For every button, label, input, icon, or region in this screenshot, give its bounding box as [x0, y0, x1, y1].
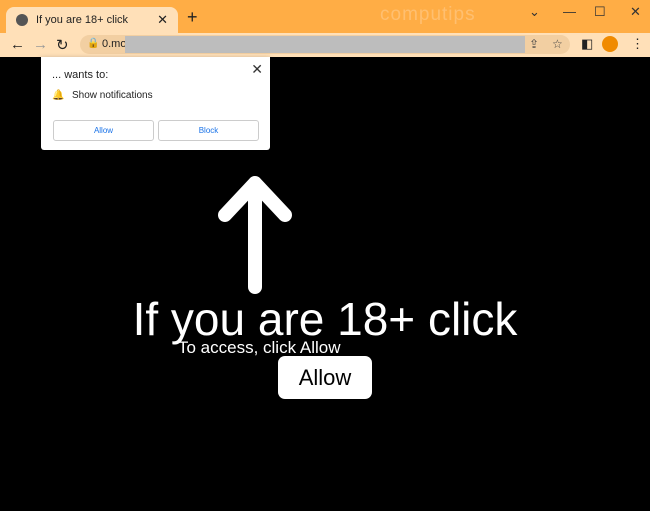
maximize-button[interactable]: ☐: [594, 4, 606, 20]
tab-close-icon[interactable]: ✕: [157, 12, 168, 28]
address-bar[interactable]: 🔒 0.mo13.biz/ ⇪ ☆: [80, 35, 570, 54]
arrow-up-icon: [218, 176, 292, 294]
profile-avatar[interactable]: [602, 36, 618, 52]
menu-icon[interactable]: ⋮: [631, 36, 644, 52]
permission-text: Show notifications: [72, 90, 153, 101]
share-icon[interactable]: ⇪: [529, 37, 539, 51]
close-window-button[interactable]: ✕: [630, 4, 641, 20]
toolbar: ← → ↻ 🔒 0.mo13.biz/ ⇪ ☆ ◧ ⋮: [0, 33, 650, 57]
popup-title: ... wants to:: [52, 69, 109, 81]
minimize-button[interactable]: —: [563, 4, 576, 19]
page-allow-button[interactable]: Allow: [278, 356, 372, 399]
tab-title: If you are 18+ click: [36, 14, 129, 26]
tab-search-icon[interactable]: ⌄: [529, 4, 540, 20]
subtitle: To access, click Allow: [178, 338, 341, 357]
close-icon[interactable]: ✕: [251, 61, 263, 78]
new-tab-button[interactable]: +: [187, 7, 198, 28]
lock-icon[interactable]: 🔒: [87, 38, 99, 49]
back-icon[interactable]: ←: [10, 36, 25, 53]
forward-icon[interactable]: →: [33, 36, 48, 53]
allow-button[interactable]: Allow: [53, 120, 154, 141]
bookmark-star-icon[interactable]: ☆: [552, 37, 563, 51]
side-panel-icon[interactable]: ◧: [581, 36, 593, 52]
url-redaction: [125, 36, 525, 53]
notification-permission-popup: ... wants to: ✕ 🔔 Show notifications All…: [41, 57, 270, 150]
tab-active[interactable]: If you are 18+ click ✕: [6, 7, 178, 33]
tab-bar: If you are 18+ click ✕ + computips ⌄ — ☐…: [0, 0, 650, 33]
bell-icon: 🔔: [52, 90, 65, 101]
reload-icon[interactable]: ↻: [56, 36, 69, 54]
watermark: computips: [380, 4, 476, 25]
block-button[interactable]: Block: [158, 120, 259, 141]
globe-icon: [16, 14, 28, 26]
